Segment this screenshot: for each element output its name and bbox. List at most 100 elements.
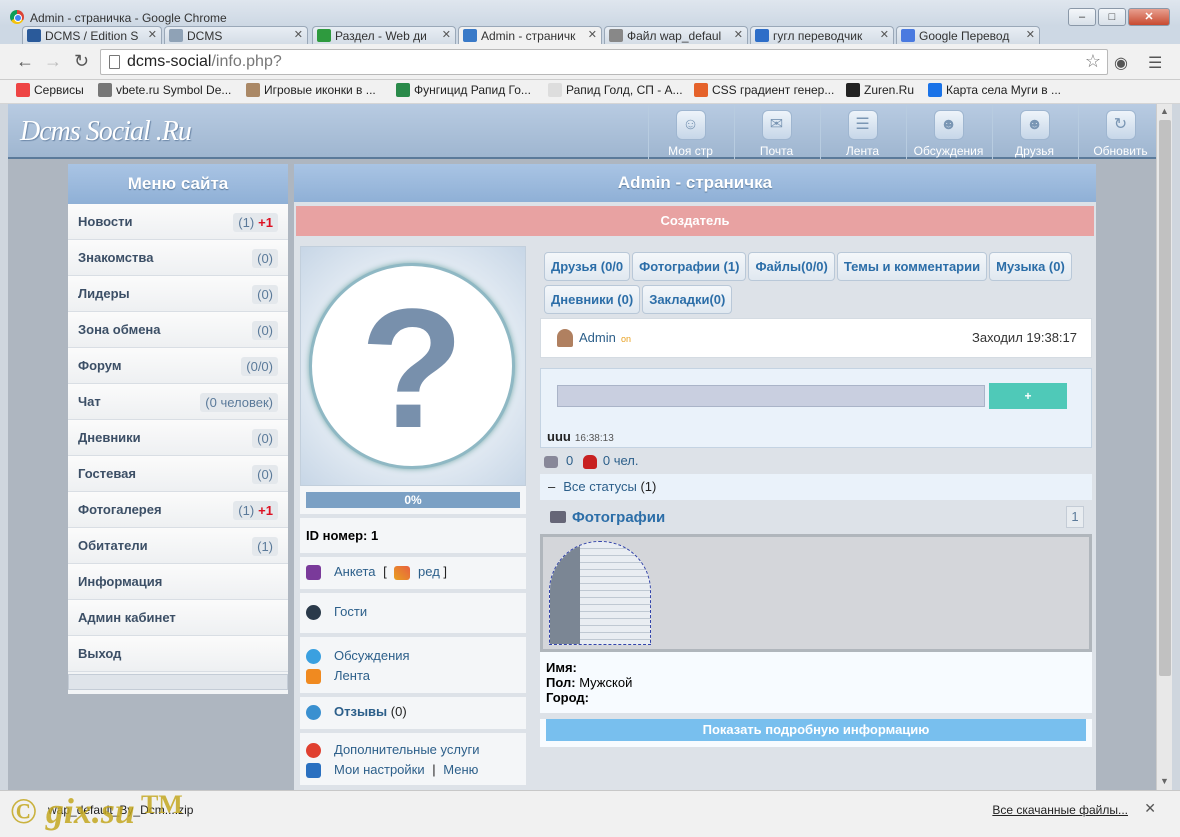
close-tab-icon[interactable]: ✕ [588, 28, 597, 41]
browser-tab[interactable]: Google Перевод ✕ [896, 26, 1040, 44]
profile-tab[interactable]: Дневники (0) [544, 285, 641, 314]
menu-item[interactable]: Обитатели (1) [68, 528, 288, 564]
profile-tab[interactable]: Файлы(0/0) [748, 252, 835, 281]
profile-tab[interactable]: Темы и комментарии [836, 252, 988, 281]
bookmark-item[interactable]: Сервисы [16, 83, 84, 97]
wrench-icon [306, 763, 321, 778]
tab-favicon-icon [463, 29, 477, 42]
reload-icon[interactable]: ↻ [74, 51, 89, 72]
header-nav-item[interactable]: ↻ Обновить [1078, 104, 1156, 159]
header-nav-item[interactable]: ☺ Моя стр [648, 104, 732, 159]
add-status-button[interactable]: + [989, 383, 1067, 409]
browser-tab[interactable]: DCMS / Edition S ✕ [22, 26, 162, 44]
reviews-link[interactable]: Отзывы (0) [306, 703, 520, 723]
close-tab-icon[interactable]: ✕ [148, 28, 157, 41]
discussions-link[interactable]: Обсуждения [306, 647, 520, 667]
menu-item[interactable]: Дневники (0) [68, 420, 288, 456]
profile-tab[interactable]: Друзья (0/0 [544, 252, 631, 281]
bookmark-item[interactable]: Карта села Муги в ... [928, 83, 1061, 97]
page-scrollbar[interactable]: ▲ ▼ [1156, 104, 1172, 790]
menu-item[interactable]: Админ кабинет [68, 600, 288, 636]
browser-tab[interactable]: DCMS ✕ [164, 26, 308, 44]
menu-item[interactable]: Чат (0 человек) [68, 384, 288, 420]
edit-link[interactable]: ред [418, 564, 440, 579]
show-more-info-button[interactable]: Показать подробную информацию [546, 719, 1086, 741]
close-tab-icon[interactable]: ✕ [880, 28, 889, 41]
menu-item[interactable]: Зона обмена (0) [68, 312, 288, 348]
status-likes: 0 0 чел. [540, 448, 1092, 474]
back-arrow-icon[interactable]: ← [16, 51, 34, 72]
avatar[interactable]: ? [300, 246, 526, 486]
bookmark-star-icon[interactable]: ☆ [1085, 51, 1101, 72]
scrollbar-thumb[interactable] [1159, 120, 1171, 676]
photo-thumbnail[interactable] [549, 541, 651, 645]
anketa-link[interactable]: Анкета [ ред ] [306, 563, 520, 583]
like-icon[interactable] [582, 454, 597, 469]
close-tab-icon[interactable]: ✕ [442, 28, 451, 41]
bookmark-item[interactable]: Игровые иконки в ... [246, 83, 376, 97]
header-nav-item[interactable]: ☻ Обсуждения [906, 104, 990, 159]
menu-item[interactable]: Выход [68, 636, 288, 672]
browser-tab[interactable]: гугл переводчик ✕ [750, 26, 894, 44]
globe-icon [306, 705, 321, 720]
close-tab-icon[interactable]: ✕ [734, 28, 743, 41]
menu-item[interactable]: Форум (0/0) [68, 348, 288, 384]
browser-tab[interactable]: Admin - страничк ✕ [458, 26, 602, 44]
comments-count[interactable]: 0 [566, 453, 573, 468]
scroll-up-arrow-icon[interactable]: ▲ [1160, 106, 1169, 116]
bookmark-item[interactable]: CSS градиент генер... [694, 83, 834, 97]
status-input[interactable] [557, 385, 985, 407]
close-tab-icon[interactable]: ✕ [294, 28, 303, 41]
forward-arrow-icon[interactable]: → [44, 51, 62, 72]
bookmark-item[interactable]: vbete.ru Symbol De... [98, 83, 231, 97]
site-logo[interactable]: Dcms Social .Ru [20, 116, 192, 148]
menu-item[interactable]: Знакомства (0) [68, 240, 288, 276]
bookmark-favicon-icon [694, 83, 708, 97]
all-downloads-link[interactable]: Все скачанные файлы... [992, 803, 1128, 817]
close-tab-icon[interactable]: ✕ [1026, 28, 1035, 41]
menu-count-badge: (1) [252, 537, 278, 556]
menu-item[interactable]: Информация [68, 564, 288, 600]
guests-link[interactable]: Гости [306, 603, 520, 623]
settings-link[interactable]: Мои настройки [334, 762, 425, 777]
browser-toolbar: ← → ↻ dcms-social/info.php? ☆ ◉ ☰ [0, 44, 1180, 80]
address-bar[interactable]: dcms-social/info.php? ☆ [100, 49, 1108, 75]
pencil-icon [394, 565, 411, 580]
id-number: ID номер: 1 [306, 528, 379, 543]
browser-tab[interactable]: Раздел - Web ди ✕ [312, 26, 456, 44]
header-nav-item[interactable]: ☻ Друзья [992, 104, 1076, 159]
extension-eye-icon[interactable]: ◉ [1114, 53, 1128, 73]
menu-item[interactable]: Фотогалерея (1) +1 [68, 492, 288, 528]
maximize-button[interactable]: □ [1098, 8, 1126, 26]
profile-tab[interactable]: Фотографии (1) [632, 252, 747, 281]
feed-link[interactable]: Лента [306, 667, 520, 687]
menu-link[interactable]: Меню [443, 762, 478, 777]
photos-title[interactable]: Фотографии [572, 509, 665, 526]
menu-item[interactable]: Лидеры (0) [68, 276, 288, 312]
menu-count-badge: (0 человек) [200, 393, 278, 412]
photo-strip [540, 534, 1092, 652]
bookmark-item[interactable]: Рапид Голд, СП - А... [548, 83, 683, 97]
menu-count-badge: (0/0) [241, 357, 278, 376]
close-downloads-icon[interactable]: ✕ [1144, 800, 1156, 817]
profile-tab[interactable]: Музыка (0) [989, 252, 1072, 281]
profile-tab[interactable]: Закладки(0) [642, 285, 733, 314]
close-window-button[interactable]: ✕ [1128, 8, 1170, 26]
bookmark-item[interactable]: Zuren.Ru [846, 83, 914, 97]
extra-services-link[interactable]: Дополнительные услуги [306, 741, 520, 761]
reviews-count: (0) [390, 704, 407, 719]
header-nav-item[interactable]: ✉ Почта [734, 104, 818, 159]
header-nav-item[interactable]: ☰ Лента [820, 104, 904, 159]
bookmark-item[interactable]: Фунгицид Рапид Го... [396, 83, 531, 97]
chrome-menu-icon[interactable]: ☰ [1148, 53, 1162, 73]
menu-count-badge: (0) [252, 321, 278, 340]
menu-item[interactable]: Новости (1) +1 [68, 204, 288, 240]
minimize-button[interactable]: – [1068, 8, 1096, 26]
browser-tab[interactable]: Файл wap_defaul ✕ [604, 26, 748, 44]
likes-count[interactable]: 0 чел. [603, 453, 639, 468]
menu-count-badge: (0) [252, 465, 278, 484]
menu-item[interactable]: Гостевая (0) [68, 456, 288, 492]
all-statuses-link[interactable]: Все статусы [563, 479, 637, 494]
scroll-down-arrow-icon[interactable]: ▼ [1160, 776, 1169, 786]
username-link[interactable]: Admin [579, 330, 616, 345]
